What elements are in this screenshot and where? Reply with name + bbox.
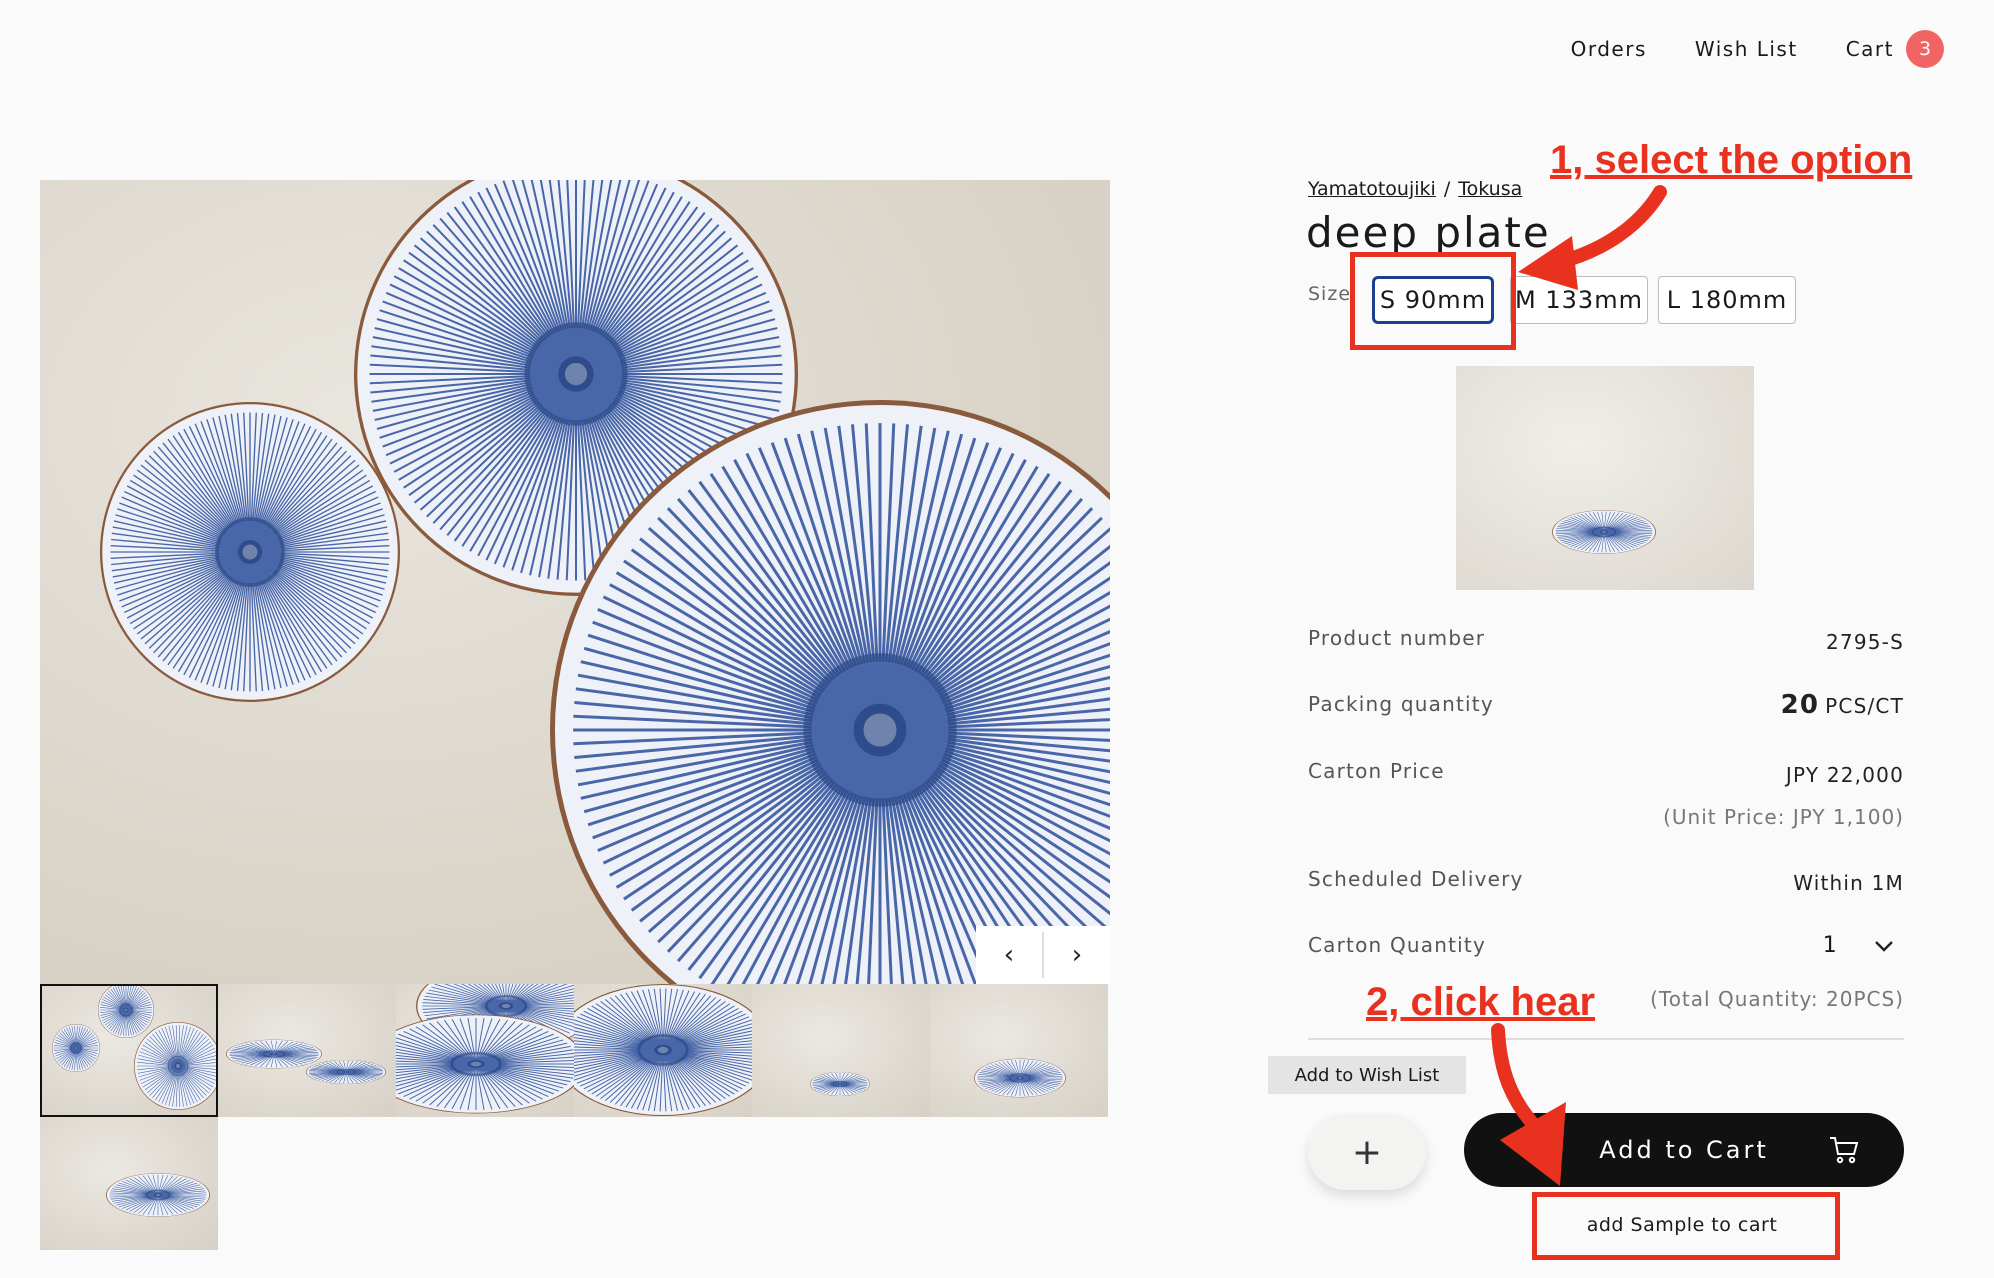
plate-illustration [106,1173,210,1217]
breadcrumb: Yamatotoujiki / Tokusa [1308,178,1522,200]
total-quantity: (Total Quantity: 20PCS) [1650,987,1904,1011]
spec-label: Carton Quantity [1308,933,1486,957]
gallery-next-button[interactable]: › [1044,926,1110,984]
annotation-step1: 1, select the option [1550,138,1913,182]
size-label: Size [1308,283,1352,305]
nav-cart-label: Cart [1845,37,1894,61]
packing-unit: PCS/CT [1825,694,1904,718]
thumbnail-image [226,1039,386,1084]
spec-label: Packing quantity [1308,692,1494,716]
divider [1308,1038,1904,1040]
thumbnail-7[interactable] [40,1117,218,1250]
thumbnail-image [974,1058,1066,1098]
spec-label: Scheduled Delivery [1308,867,1524,891]
spec-value: JPY 22,000 [1785,763,1904,787]
thumbnail-3[interactable] [396,984,574,1117]
spec-label: Product number [1308,626,1486,650]
plate-illustration [1552,510,1656,554]
breadcrumb-brand-link[interactable]: Yamatotoujiki [1308,178,1436,200]
annotation-highlight-sample [1532,1192,1840,1260]
product-title: deep plate [1306,208,1551,257]
unit-price: (Unit Price: JPY 1,100) [1663,805,1904,829]
plates-photo [100,180,1110,984]
nav-orders[interactable]: Orders [1571,37,1647,61]
add-to-wishlist-button[interactable]: + [1308,1114,1426,1190]
plate-illustration [134,1022,216,1110]
plate-illustration [98,986,154,1038]
thumbnail-2[interactable] [218,984,396,1117]
plate-illustration [306,1060,386,1084]
gallery-nav: ‹ › [976,926,1110,984]
annotation-step2: 2, click hear [1366,980,1596,1024]
variant-image [1456,366,1754,590]
spec-value: 20 PCS/CT [1781,690,1904,720]
plus-icon: + [1351,1131,1383,1173]
thumbnail-image [52,986,216,1110]
carton-quantity-select[interactable]: 1 [1823,933,1894,958]
plate-illustration [52,1024,100,1072]
spec-value: Within 1M [1793,871,1904,895]
size-option-m[interactable]: M 133mm [1510,276,1648,324]
thumbnail-1[interactable] [40,984,218,1117]
cart-icon [1830,1137,1859,1164]
thumbnail-image [810,1072,870,1096]
plate-illustration [810,1072,870,1096]
cart-count-badge: 3 [1906,30,1944,68]
plate-illustration [226,1039,322,1069]
top-nav: Orders Wish List Cart 3 [1571,30,1944,68]
thumbnail-4[interactable] [574,984,752,1117]
add-to-cart-button[interactable]: Add to Cart [1464,1113,1904,1187]
carton-quantity-value: 1 [1822,933,1838,958]
size-option-l[interactable]: L 180mm [1658,276,1796,324]
thumbnail-image [574,984,752,1116]
variant-photo [1552,510,1656,554]
wishlist-tooltip: Add to Wish List [1268,1056,1466,1094]
nav-wishlist[interactable]: Wish List [1695,37,1798,61]
plate-illustration [574,984,752,1116]
plate-illustration [100,402,400,702]
spec-value: 2795-S [1825,630,1904,654]
plate-illustration [396,1014,574,1114]
thumbnail-image [396,984,574,1114]
plate-illustration [974,1058,1066,1098]
breadcrumb-separator: / [1443,178,1451,200]
add-to-cart-label: Add to Cart [1599,1136,1769,1164]
thumbnail-5[interactable] [752,984,930,1117]
thumbnail-6[interactable] [930,984,1108,1117]
chevron-down-icon [1875,940,1893,952]
spec-label: Carton Price [1308,759,1445,783]
gallery-prev-button[interactable]: ‹ [976,926,1042,984]
breadcrumb-series-link[interactable]: Tokusa [1458,178,1522,200]
packing-number: 20 [1780,690,1820,720]
annotation-highlight-size [1350,252,1516,350]
nav-cart[interactable]: Cart 3 [1846,30,1944,68]
thumbnail-image [106,1173,210,1217]
thumbnail-strip [40,984,1110,1250]
product-main-image: ‹ › [40,180,1110,984]
